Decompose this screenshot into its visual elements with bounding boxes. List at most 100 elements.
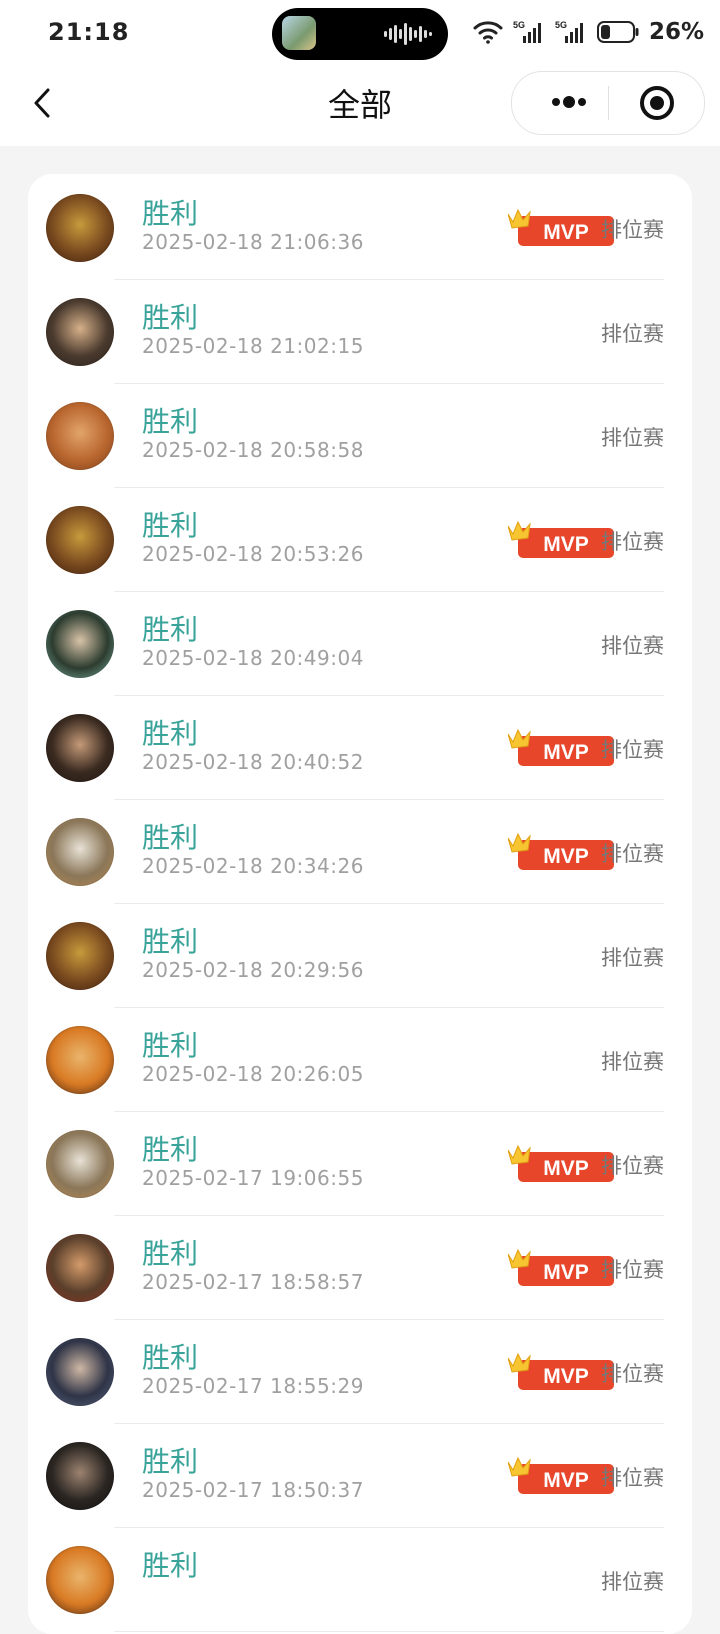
hero-avatar: [46, 194, 114, 262]
match-row[interactable]: 胜利 2025-02-18 21:02:15 排位赛: [28, 278, 692, 384]
match-mode: 排位赛: [601, 218, 664, 242]
mvp-label: MVP: [543, 1261, 589, 1284]
mvp-label: MVP: [543, 845, 589, 868]
status-time: 21:18: [48, 18, 130, 46]
mvp-badge: MVP: [508, 1144, 614, 1182]
match-row[interactable]: 胜利 2025-02-17 18:50:37 MVP 排位赛: [28, 1422, 692, 1528]
battery-icon: [596, 21, 639, 43]
mvp-label: MVP: [543, 741, 589, 764]
hero-avatar: [46, 1442, 114, 1510]
match-mode: 排位赛: [601, 426, 664, 450]
5g-signal-icon: 5G: [513, 20, 541, 43]
match-result: 胜利: [142, 1445, 199, 1478]
match-result: 胜利: [142, 821, 199, 854]
match-time: 2025-02-18 20:26:05: [142, 1062, 364, 1086]
battery-percentage: 26%: [648, 19, 704, 45]
svg-text:5G: 5G: [513, 20, 525, 30]
capsule-divider: [608, 86, 609, 120]
row-divider: [114, 1631, 664, 1632]
match-row[interactable]: 胜利 2025-02-18 20:53:26 MVP 排位赛: [28, 486, 692, 592]
match-time: 2025-02-17 18:58:57: [142, 1270, 364, 1294]
mvp-label: MVP: [543, 533, 589, 556]
status-bar: 21:18 5G 5G 26%: [0, 0, 720, 66]
match-time: 2025-02-18 21:02:15: [142, 334, 364, 358]
match-row[interactable]: 胜利 2025-02-18 21:06:36 MVP 排位赛: [28, 174, 692, 280]
match-time: 2025-02-18 20:53:26: [142, 542, 364, 566]
match-result: 胜利: [142, 1237, 199, 1270]
mvp-badge: MVP: [508, 520, 614, 558]
match-time: 2025-02-18 20:58:58: [142, 438, 364, 462]
audio-wave-icon: [384, 23, 432, 45]
match-row[interactable]: 胜利 2025-02-18 20:34:26 MVP 排位赛: [28, 798, 692, 904]
match-result: 胜利: [142, 197, 199, 230]
hero-avatar: [46, 402, 114, 470]
match-row[interactable]: 胜利 2025-02-17 19:06:55 MVP 排位赛: [28, 1110, 692, 1216]
hero-avatar: [46, 1130, 114, 1198]
match-result: 胜利: [142, 717, 199, 750]
mvp-badge: MVP: [508, 728, 614, 766]
wifi-icon: [473, 21, 503, 44]
match-time: 2025-02-18 21:06:36: [142, 230, 364, 254]
match-result: 胜利: [142, 405, 199, 438]
mvp-label: MVP: [543, 1157, 589, 1180]
hero-avatar: [46, 714, 114, 782]
hero-avatar: [46, 298, 114, 366]
match-time: 2025-02-18 20:49:04: [142, 646, 364, 670]
dynamic-island[interactable]: [272, 8, 448, 60]
hero-avatar: [46, 1546, 114, 1614]
match-time: 2025-02-17 18:50:37: [142, 1478, 364, 1502]
svg-text:5G: 5G: [555, 20, 567, 30]
match-result: 胜利: [142, 509, 199, 542]
match-row[interactable]: 胜利 2025-02-17 18:55:29 MVP 排位赛: [28, 1318, 692, 1424]
hero-avatar: [46, 1338, 114, 1406]
match-mode: 排位赛: [601, 1362, 664, 1386]
match-time: 2025-02-18 20:29:56: [142, 958, 364, 982]
5g-signal-icon: 5G: [555, 20, 583, 43]
navigation-bar: 全部: [0, 66, 720, 146]
more-dots-icon[interactable]: [538, 84, 598, 120]
match-row[interactable]: 胜利 2025-02-18 20:49:04 排位赛: [28, 590, 692, 696]
hero-avatar: [46, 922, 114, 990]
match-result: 胜利: [142, 925, 199, 958]
status-indicators: 5G 5G 26%: [473, 14, 704, 50]
mvp-badge: MVP: [508, 208, 614, 246]
match-row[interactable]: 胜利 2025-02-18 20:58:58 排位赛: [28, 382, 692, 488]
hero-avatar: [46, 1026, 114, 1094]
app-thumbnail-icon: [282, 16, 316, 50]
miniprogram-capsule: [511, 71, 705, 135]
match-time: 2025-02-18 20:34:26: [142, 854, 364, 878]
match-mode: 排位赛: [601, 1154, 664, 1178]
match-row[interactable]: 胜利 2025-02-18 20:26:05 排位赛: [28, 1006, 692, 1112]
mvp-badge: MVP: [508, 1456, 614, 1494]
mvp-label: MVP: [543, 1469, 589, 1492]
match-row[interactable]: 胜利 2025-02-18 20:29:56 排位赛: [28, 902, 692, 1008]
match-result: 胜利: [142, 301, 199, 334]
hero-avatar: [46, 1234, 114, 1302]
match-row[interactable]: 胜利 排位赛: [28, 1526, 692, 1632]
hero-avatar: [46, 506, 114, 574]
hero-avatar: [46, 610, 114, 678]
mvp-badge: MVP: [508, 1248, 614, 1286]
match-list: 胜利 2025-02-18 21:06:36 MVP 排位赛 胜利 2025-02-18 …: [28, 174, 692, 1634]
match-mode: 排位赛: [601, 322, 664, 346]
mvp-label: MVP: [543, 221, 589, 244]
match-row[interactable]: 胜利 2025-02-18 20:40:52 MVP 排位赛: [28, 694, 692, 800]
match-result: 胜利: [142, 1341, 199, 1374]
match-mode: 排位赛: [601, 1466, 664, 1490]
match-mode: 排位赛: [601, 738, 664, 762]
match-result: 胜利: [142, 1549, 199, 1582]
match-mode: 排位赛: [601, 1050, 664, 1074]
match-mode: 排位赛: [601, 530, 664, 554]
mvp-label: MVP: [543, 1365, 589, 1388]
match-mode: 排位赛: [601, 634, 664, 658]
match-time: 2025-02-17 19:06:55: [142, 1166, 364, 1190]
match-result: 胜利: [142, 1029, 199, 1062]
match-time: 2025-02-18 20:40:52: [142, 750, 364, 774]
hero-avatar: [46, 818, 114, 886]
mvp-badge: MVP: [508, 832, 614, 870]
match-time: 2025-02-17 18:55:29: [142, 1374, 364, 1398]
match-row[interactable]: 胜利 2025-02-17 18:58:57 MVP 排位赛: [28, 1214, 692, 1320]
match-result: 胜利: [142, 1133, 199, 1166]
match-result: 胜利: [142, 613, 199, 646]
target-icon[interactable]: [638, 84, 676, 122]
